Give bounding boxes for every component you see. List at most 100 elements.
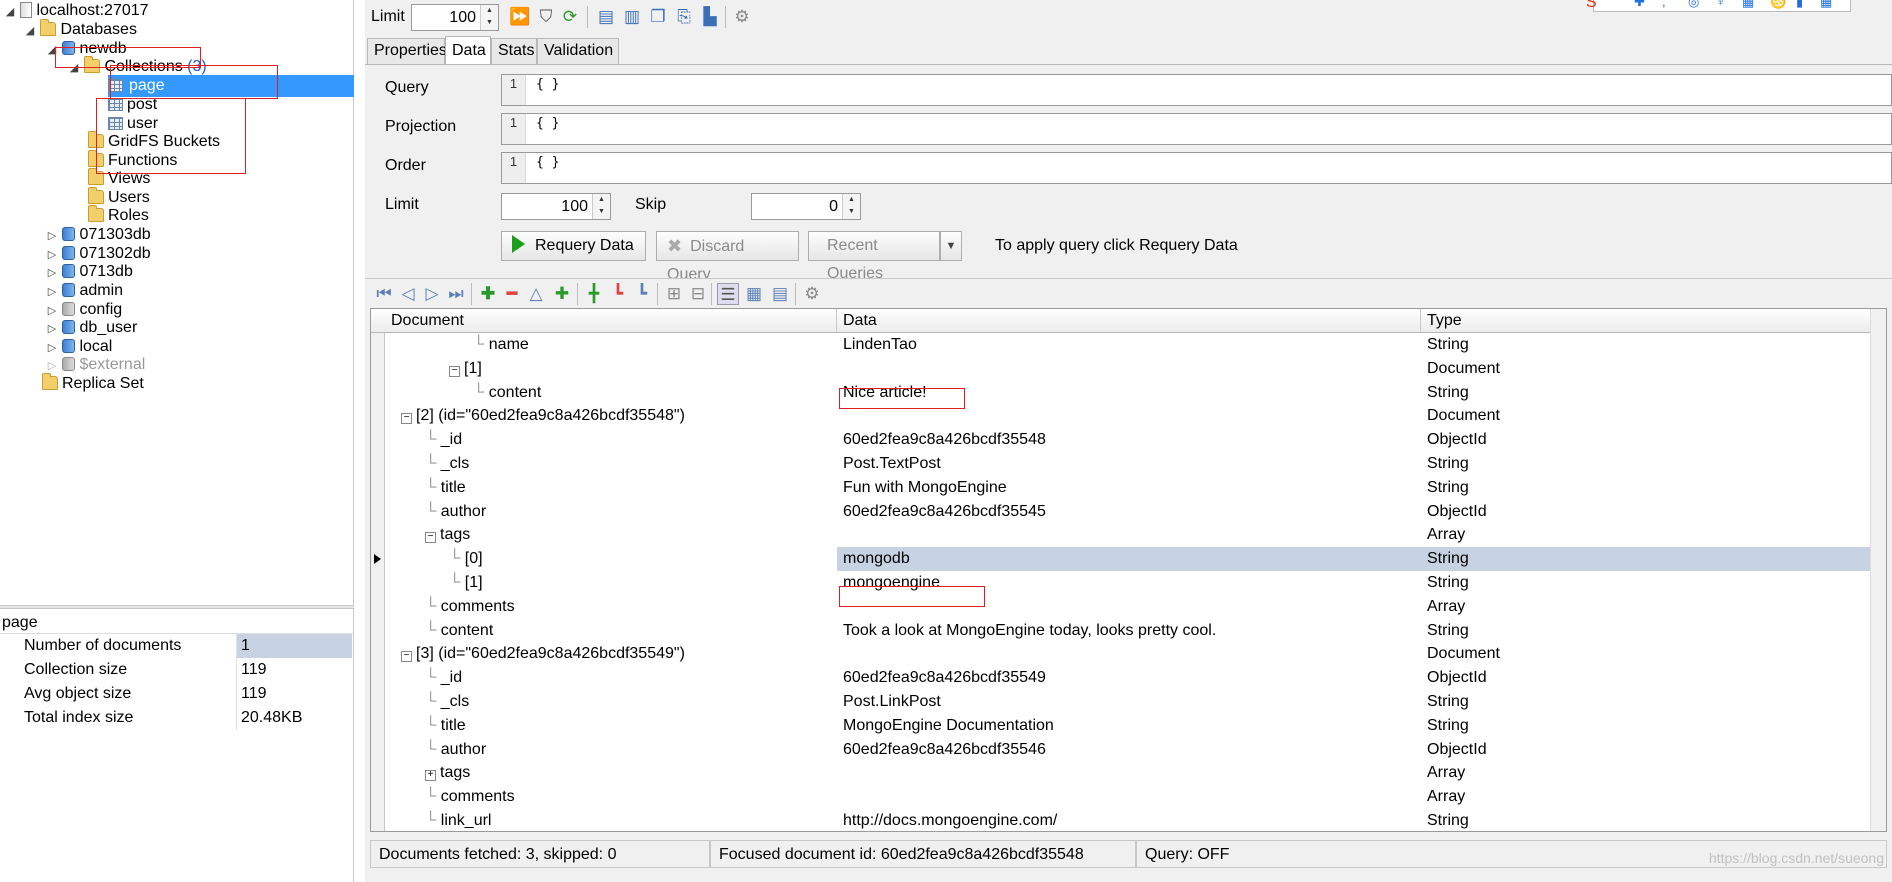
table-row[interactable]: └ comments Array <box>371 785 1886 809</box>
tab-validation[interactable]: Validation <box>537 38 619 64</box>
vertical-scrollbar[interactable] <box>1870 309 1886 831</box>
cell-data[interactable]: MongoEngine Documentation <box>837 714 1421 738</box>
table-row[interactable]: − tags Array <box>371 523 1886 547</box>
plus-icon[interactable]: ✚ <box>1634 0 1645 10</box>
remove-icon[interactable]: ━ <box>501 283 523 305</box>
recent-queries-dropdown[interactable]: ▼ <box>940 231 962 261</box>
collapse-icon[interactable]: − <box>425 532 436 544</box>
gear-icon[interactable]: ⚙ <box>731 6 753 28</box>
up-icon[interactable]: △ <box>525 283 547 305</box>
collapse-all-icon[interactable]: ⊟ <box>687 283 709 305</box>
table-row[interactable]: └ _cls Post.TextPost String <box>371 452 1886 476</box>
query-editor[interactable]: 1 { } <box>501 74 1892 106</box>
target-icon[interactable]: ◎ <box>1688 0 1699 10</box>
cell-data[interactable]: 60ed2fea9c8a426bcdf35549 <box>837 666 1421 690</box>
shirt-icon[interactable]: ♋ <box>1770 0 1786 10</box>
table-row[interactable]: └ title MongoEngine Documentation String <box>371 714 1886 738</box>
cell-data[interactable]: http://docs.mongoengine.com/ <box>837 809 1421 831</box>
spinner-arrows-icon[interactable]: ▲ ▼ <box>480 5 498 30</box>
expand-icon[interactable]: + <box>425 770 436 782</box>
limit-spinner[interactable]: 100 ▲ ▼ <box>501 193 611 220</box>
tree-view-icon[interactable]: ☰ <box>717 283 739 305</box>
cell-data[interactable]: 60ed2fea9c8a426bcdf35548 <box>837 428 1421 452</box>
cell-data[interactable]: Post.LinkPost <box>837 690 1421 714</box>
table-row[interactable]: └ author 60ed2fea9c8a426bcdf35545 ObjectId <box>371 500 1886 524</box>
cell-data[interactable]: 60ed2fea9c8a426bcdf35546 <box>837 738 1421 762</box>
cell-data[interactable]: Post.TextPost <box>837 452 1421 476</box>
collapse-icon[interactable]: − <box>401 651 412 663</box>
cell-data[interactable]: mongodb <box>837 547 1421 572</box>
cell-data[interactable]: 60ed2fea9c8a426bcdf35545 <box>837 500 1421 524</box>
first-icon[interactable]: ⏮ <box>373 283 395 305</box>
fast-forward-icon[interactable]: ⏩ <box>509 6 531 28</box>
table-row[interactable]: └ name LindenTao String <box>371 333 1886 357</box>
spinner-arrows-icon[interactable]: ▲ ▼ <box>592 194 610 219</box>
spinner-arrows-icon[interactable]: ▲ ▼ <box>842 194 860 219</box>
column-header-type[interactable]: Type <box>1421 309 1871 333</box>
add-child-icon[interactable]: ✚ <box>551 283 573 305</box>
table-row[interactable]: └ comments Array <box>371 595 1886 619</box>
toolbar-limit-spinner[interactable]: 100 ▲ ▼ <box>411 4 499 31</box>
last-icon[interactable]: ⏭ <box>445 283 467 305</box>
cell-data[interactable]: Fun with MongoEngine <box>837 476 1421 500</box>
text-view-icon[interactable]: ▤ <box>769 283 791 305</box>
tool-icon[interactable]: ▮ <box>1796 0 1803 10</box>
cell-data[interactable] <box>837 761 1421 785</box>
mic-icon[interactable]: ♆ <box>1716 0 1726 9</box>
skip-spinner[interactable]: 0 ▲ ▼ <box>751 193 861 220</box>
table-row[interactable]: − [3] (id="60ed2fea9c8a426bcdf35549") Docu… <box>371 642 1886 666</box>
collapse-icon[interactable]: − <box>449 365 460 377</box>
column-header-data[interactable]: Data <box>837 309 1421 333</box>
cell-data[interactable]: LindenTao <box>837 333 1421 357</box>
collapse-icon[interactable]: − <box>401 413 412 425</box>
panel-splitter[interactable] <box>0 605 354 609</box>
tree-replica-set[interactable]: Replica Set <box>42 373 144 395</box>
table-row[interactable]: − [2] (id="60ed2fea9c8a426bcdf35548") Docu… <box>371 404 1886 428</box>
cell-data[interactable] <box>837 523 1421 547</box>
table-row[interactable]: − [1] Document <box>371 357 1886 381</box>
previous-icon[interactable]: ◁ <box>397 283 419 305</box>
table-row[interactable]: └ _id 60ed2fea9c8a426bcdf35548 ObjectId <box>371 428 1886 452</box>
tab-stats[interactable]: Stats <box>491 38 537 64</box>
column-header-document[interactable]: Document <box>385 309 837 333</box>
requery-data-button[interactable]: Requery Data <box>501 231 646 261</box>
filter-icon[interactable]: ⛉ <box>535 6 557 28</box>
tab-data[interactable]: Data <box>445 36 491 64</box>
table-row[interactable]: └ [0] mongodb String <box>371 547 1886 572</box>
add-icon[interactable]: ✚ <box>477 283 499 305</box>
insert-icon[interactable]: ╋ <box>583 283 605 305</box>
recent-queries-button[interactable]: Recent Queries <box>808 231 940 282</box>
table-row[interactable]: └ _id 60ed2fea9c8a426bcdf35549 ObjectId <box>371 666 1886 690</box>
grid-icon[interactable]: ▦ <box>1820 0 1832 10</box>
table-row[interactable]: └ title Fun with MongoEngine String <box>371 476 1886 500</box>
paste-icon[interactable]: ⎘ <box>673 6 695 28</box>
cell-data[interactable] <box>837 642 1421 666</box>
export-icon[interactable]: ▤ <box>595 6 617 28</box>
table-row[interactable]: + tags Array <box>371 761 1886 785</box>
projection-editor[interactable]: 1 { } <box>501 113 1892 145</box>
table-row[interactable]: └ [1] mongoengine String <box>371 571 1886 595</box>
cell-data[interactable]: Took a look at MongoEngine today, looks … <box>837 619 1421 643</box>
gear-icon[interactable]: ⚙ <box>801 283 823 305</box>
keyboard-icon[interactable]: ▦ <box>1742 0 1754 10</box>
tab-properties[interactable]: Properties <box>367 38 447 64</box>
table-view-icon[interactable]: ▦ <box>743 283 765 305</box>
expand-all-icon[interactable]: ⊞ <box>663 283 685 305</box>
table-row[interactable]: └ content Nice article! String <box>371 381 1886 405</box>
table-row[interactable]: └ content Took a look at MongoEngine toda… <box>371 619 1886 643</box>
table-row[interactable]: └ link_url http://docs.mongoengine.com/St… <box>371 809 1886 831</box>
cell-data[interactable] <box>837 785 1421 809</box>
next-icon[interactable]: ▷ <box>421 283 443 305</box>
edit-icon[interactable]: ┗ <box>631 283 653 305</box>
table-row[interactable]: └ author 60ed2fea9c8a426bcdf35546 ObjectId <box>371 738 1886 762</box>
import-icon[interactable]: ▥ <box>621 6 643 28</box>
expanded-arrow-icon[interactable]: ◢ <box>24 20 36 42</box>
expanded-arrow-icon[interactable]: ◢ <box>4 1 16 23</box>
copy-icon[interactable]: ❐ <box>647 6 669 28</box>
table-row[interactable]: └ _cls Post.LinkPost String <box>371 690 1886 714</box>
order-editor[interactable]: 1 { } <box>501 152 1892 184</box>
align-icon[interactable]: ▙ <box>699 6 721 28</box>
discard-query-button[interactable]: ✖ Discard Query <box>656 231 799 283</box>
delete-icon[interactable]: ┗ <box>607 283 629 305</box>
cell-data[interactable] <box>837 357 1421 381</box>
